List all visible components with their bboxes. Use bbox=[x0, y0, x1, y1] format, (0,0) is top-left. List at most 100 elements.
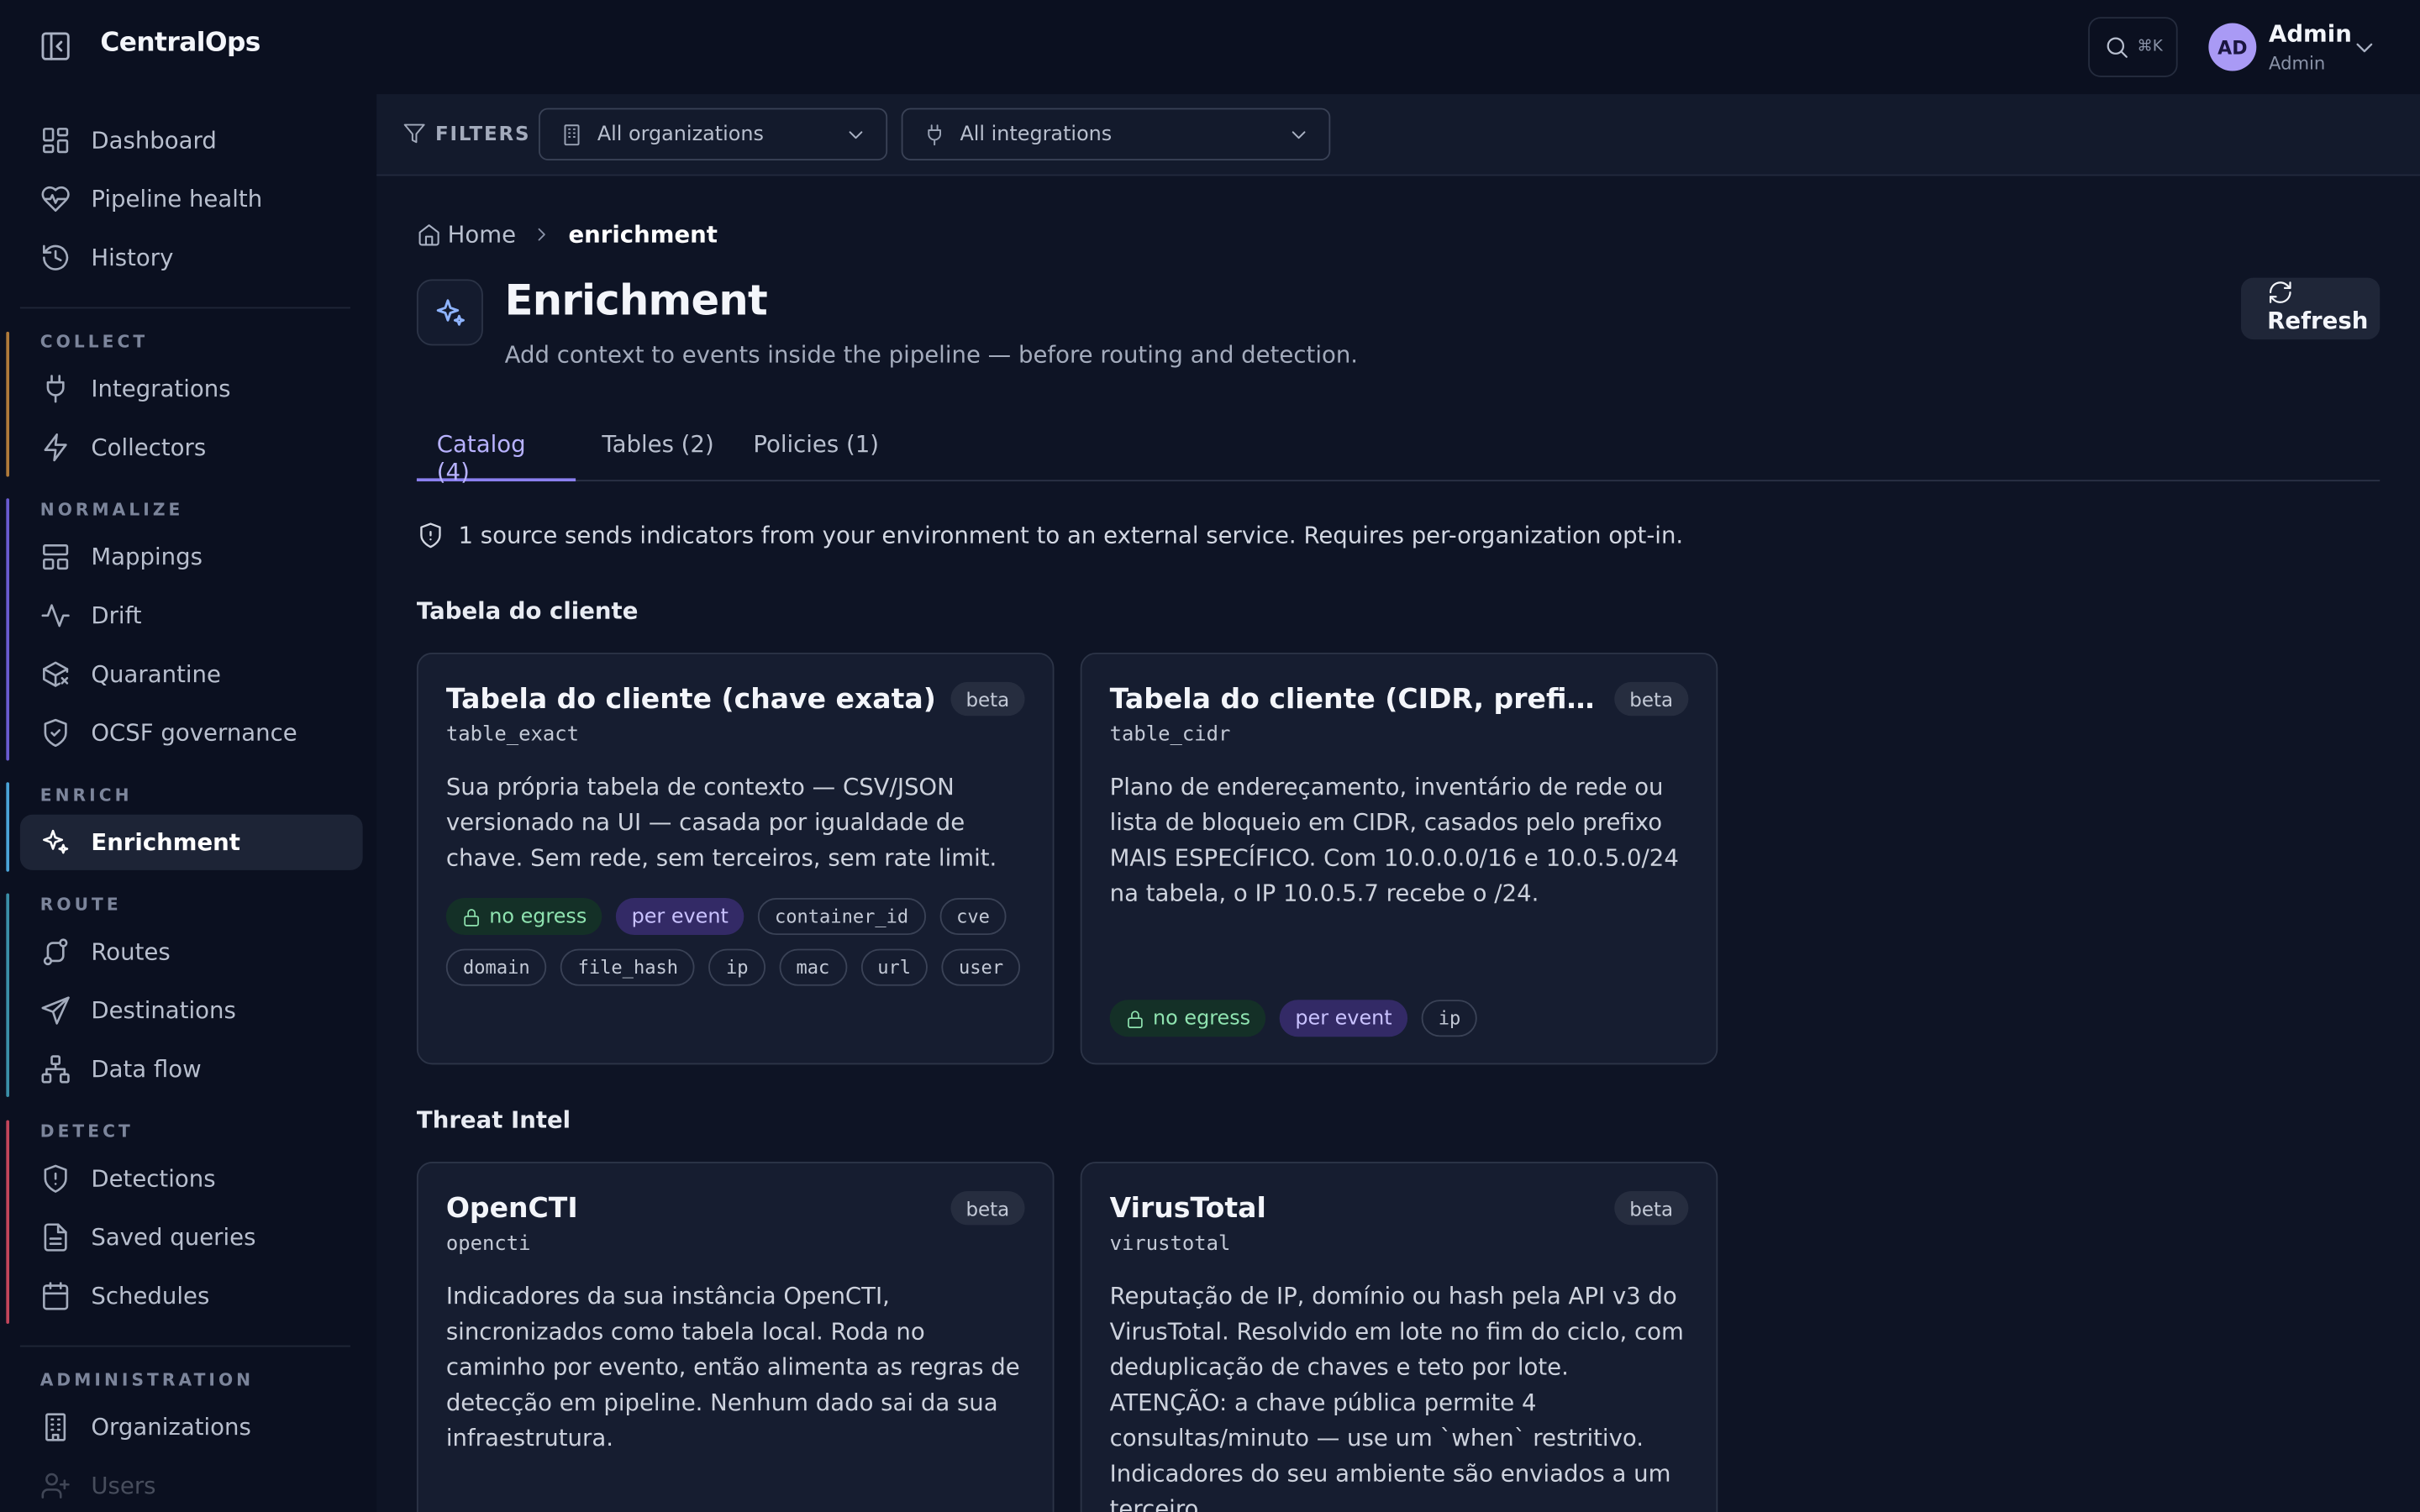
egress-notice: 1 source sends indicators from your envi… bbox=[417, 522, 1683, 549]
tag-label: no egress bbox=[1153, 1006, 1251, 1031]
send-icon bbox=[40, 995, 71, 1026]
section-accent-normalize bbox=[6, 498, 10, 761]
chevron-down-icon[interactable] bbox=[2350, 34, 2378, 61]
source-card-table-cidr[interactable]: Tabela do cliente (CIDR, prefixo mais ..… bbox=[1080, 652, 1718, 1065]
sidebar-item-saved-queries[interactable]: Saved queries bbox=[20, 1210, 363, 1265]
field-tag: mac bbox=[779, 948, 847, 986]
refresh-button[interactable]: Refresh bbox=[2240, 277, 2381, 340]
field-tag: container_id bbox=[757, 897, 926, 936]
user-name[interactable]: Admin bbox=[2269, 20, 2352, 48]
source-card-virustotal[interactable]: VirusTotal beta virustotal Reputação de … bbox=[1080, 1162, 1718, 1512]
group-title-customer-table: Tabela do cliente bbox=[416, 596, 639, 625]
card-tags: no egress per event ip bbox=[1109, 1000, 1697, 1037]
card-description: Reputação de IP, domínio ou hash pela AP… bbox=[1109, 1282, 1684, 1512]
card-key: virustotal bbox=[1109, 1232, 1231, 1257]
sidebar-divider bbox=[19, 1345, 350, 1347]
route-icon bbox=[40, 937, 71, 968]
sidebar-item-label: Detections bbox=[91, 1164, 216, 1193]
breadcrumb-current: enrichment bbox=[568, 220, 718, 249]
section-accent-detect bbox=[6, 1120, 10, 1324]
card-description: Indicadores da sua instância OpenCTI, si… bbox=[445, 1282, 1020, 1452]
section-label-administration: ADMINISTRATION bbox=[39, 1370, 255, 1390]
sidebar-item-schedules[interactable]: Schedules bbox=[20, 1268, 363, 1324]
sidebar-item-collectors[interactable]: Collectors bbox=[20, 420, 363, 475]
status-badge: beta bbox=[950, 1190, 1025, 1226]
sidebar-item-label: Collectors bbox=[91, 433, 207, 462]
group-title-threat-intel: Threat Intel bbox=[416, 1105, 571, 1135]
page-title: Enrichment bbox=[504, 277, 768, 326]
search-button[interactable]: ⌘K bbox=[2088, 17, 2178, 77]
tab-bar: Catalog (4) Tables (2) Policies (1) bbox=[416, 415, 2381, 486]
sidebar-item-users[interactable]: Users bbox=[20, 1458, 363, 1512]
filter-icon bbox=[402, 122, 426, 145]
card-key: table_exact bbox=[445, 723, 579, 747]
field-tag: url bbox=[860, 948, 929, 986]
filter-bar: FILTERS All organizations All integratio… bbox=[376, 94, 2420, 176]
integration-select-value: All integrations bbox=[960, 123, 1113, 146]
main-content: FILTERS All organizations All integratio… bbox=[376, 94, 2420, 1512]
avatar[interactable]: AD bbox=[2208, 23, 2257, 71]
source-card-opencti[interactable]: OpenCTI beta opencti Indicadores da sua … bbox=[416, 1162, 1055, 1512]
card-key: opencti bbox=[445, 1232, 531, 1257]
sidebar-item-mappings[interactable]: Mappings bbox=[20, 529, 363, 585]
bolt-icon bbox=[40, 432, 71, 463]
lock-icon bbox=[461, 906, 481, 927]
tab-tables[interactable]: Tables (2) bbox=[602, 430, 713, 481]
sidebar-item-quarantine[interactable]: Quarantine bbox=[20, 647, 363, 702]
section-label-enrich: ENRICH bbox=[39, 785, 133, 806]
tab-policies[interactable]: Policies (1) bbox=[753, 430, 879, 481]
sidebar-item-ocsf-governance[interactable]: OCSF governance bbox=[20, 705, 363, 760]
user-role: Admin bbox=[2269, 52, 2326, 75]
sidebar-item-drift[interactable]: Drift bbox=[20, 588, 363, 643]
organization-select[interactable]: All organizations bbox=[539, 108, 888, 161]
sidebar-item-enrichment[interactable]: Enrichment bbox=[19, 814, 363, 870]
per-event-tag: per event bbox=[1279, 1000, 1408, 1037]
field-tag: ip bbox=[1421, 1000, 1478, 1037]
sidebar-item-history[interactable]: History bbox=[20, 230, 363, 286]
chevron-down-icon bbox=[844, 123, 868, 147]
app-title: CentralOps bbox=[100, 28, 260, 59]
source-card-table-exact[interactable]: Tabela do cliente (chave exata) beta tab… bbox=[416, 652, 1055, 1065]
sidebar-item-dashboard[interactable]: Dashboard bbox=[20, 113, 363, 168]
sidebar-collapse-icon[interactable] bbox=[39, 29, 72, 63]
sidebar-item-organizations[interactable]: Organizations bbox=[20, 1399, 363, 1455]
sidebar-item-label: Integrations bbox=[91, 375, 231, 403]
sidebar-item-label: Organizations bbox=[91, 1413, 251, 1441]
status-badge: beta bbox=[1613, 681, 1689, 717]
breadcrumb-home-link[interactable]: Home bbox=[448, 221, 516, 249]
sidebar-divider bbox=[19, 307, 350, 309]
shield-alert-icon bbox=[40, 1163, 71, 1194]
breadcrumb: Home enrichment bbox=[417, 221, 718, 249]
integration-select[interactable]: All integrations bbox=[901, 108, 1331, 161]
section-label-detect: DETECT bbox=[39, 1121, 134, 1142]
user-plus-icon bbox=[40, 1470, 71, 1501]
section-accent-enrich bbox=[6, 782, 10, 872]
sidebar-item-label: Pipeline health bbox=[91, 185, 263, 213]
sidebar-item-detections[interactable]: Detections bbox=[20, 1151, 363, 1206]
plug-icon bbox=[923, 123, 946, 146]
sidebar-item-destinations[interactable]: Destinations bbox=[20, 983, 363, 1038]
card-key: table_cidr bbox=[1109, 723, 1231, 747]
sidebar-item-pipeline-health[interactable]: Pipeline health bbox=[20, 171, 363, 227]
sidebar-item-routes[interactable]: Routes bbox=[20, 924, 363, 979]
sparkles-icon bbox=[416, 279, 483, 346]
heart-pulse-icon bbox=[40, 184, 71, 215]
package-x-icon bbox=[40, 659, 71, 690]
lock-icon bbox=[1125, 1008, 1145, 1028]
chevron-right-icon bbox=[531, 223, 553, 245]
tab-catalog[interactable]: Catalog (4) bbox=[416, 430, 576, 486]
mappings-icon bbox=[40, 542, 71, 573]
field-tag: cve bbox=[939, 897, 1007, 936]
card-title: Tabela do cliente (CIDR, prefixo mais ..… bbox=[1109, 683, 1604, 717]
filters-label-text: FILTERS bbox=[434, 122, 531, 145]
search-shortcut: ⌘K bbox=[2137, 38, 2163, 56]
sidebar-item-integrations[interactable]: Integrations bbox=[20, 361, 363, 417]
sidebar-item-data-flow[interactable]: Data flow bbox=[20, 1042, 363, 1097]
sidebar-item-label: Mappings bbox=[91, 543, 203, 571]
no-egress-tag: no egress bbox=[1109, 1000, 1266, 1037]
per-event-tag: per event bbox=[616, 897, 744, 936]
plug-icon bbox=[40, 373, 71, 404]
sidebar-item-label: Routes bbox=[91, 937, 171, 966]
sidebar-item-label: Destinations bbox=[91, 996, 236, 1025]
sidebar: Dashboard Pipeline health History COLLEC… bbox=[0, 94, 376, 1512]
